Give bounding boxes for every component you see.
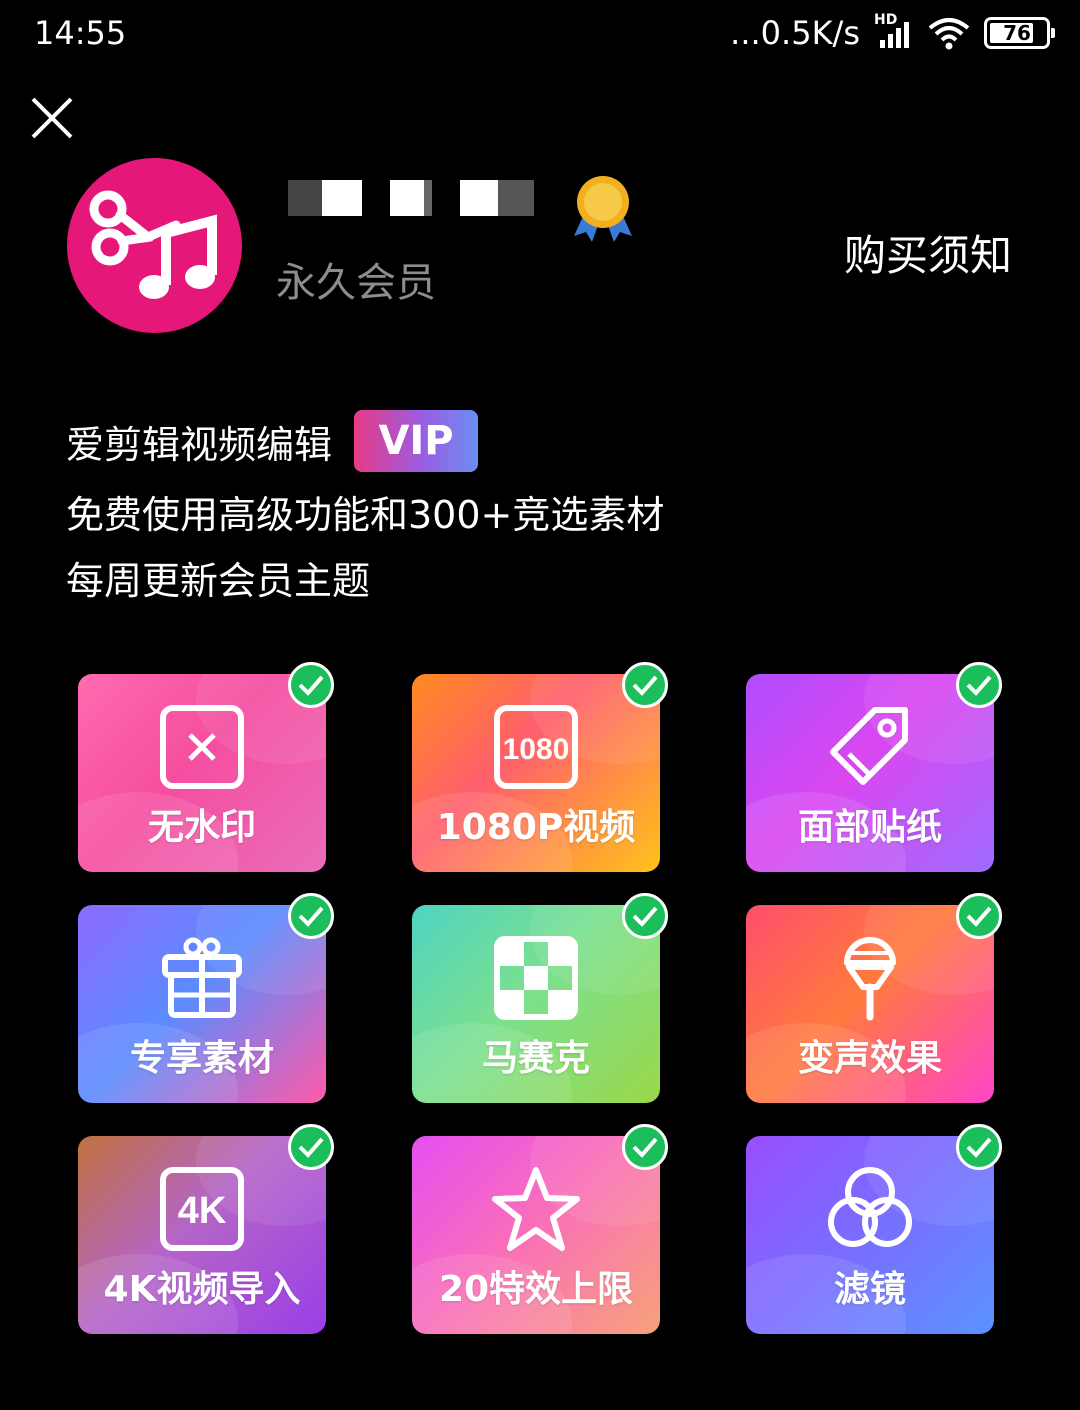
1080-icon: 1080 xyxy=(494,705,578,789)
check-icon xyxy=(956,662,1002,708)
no-watermark-icon xyxy=(160,705,244,789)
microphone-icon xyxy=(844,937,896,1021)
feature-tile-effects-limit[interactable]: 20特效上限 xyxy=(412,1124,668,1334)
check-icon xyxy=(622,662,668,708)
gift-icon xyxy=(162,937,242,1018)
feature-label: 20特效上限 xyxy=(438,1269,634,1310)
feature-tile-filter[interactable]: 滤镜 xyxy=(746,1124,1002,1334)
feature-label: 4K视频导入 xyxy=(103,1269,301,1310)
check-icon xyxy=(288,893,334,939)
scissors-music-icon xyxy=(89,190,217,299)
signal-icon: HD xyxy=(874,12,914,50)
status-bar: 14:55 ...0.5K/s HD 76 xyxy=(0,0,1080,70)
feature-label: 马赛克 xyxy=(481,1038,590,1079)
filter-icon xyxy=(828,1167,912,1247)
check-icon xyxy=(622,1124,668,1170)
medal-icon xyxy=(574,176,632,242)
feature-tile-voice-change[interactable]: 变声效果 xyxy=(746,893,1002,1103)
member-type: 永久会员 xyxy=(276,260,436,306)
username-redacted xyxy=(288,180,534,216)
feature-label: 专享素材 xyxy=(129,1038,274,1079)
check-icon xyxy=(956,893,1002,939)
feature-tile-face-sticker[interactable]: 面部贴纸 xyxy=(746,662,1002,872)
mosaic-icon xyxy=(494,936,578,1020)
vip-badge: VIP xyxy=(354,410,479,472)
1080-icon-text: 1080 xyxy=(503,733,570,766)
description-line3: 每周更新会员主题 xyxy=(66,559,371,603)
status-icons: ...0.5K/s HD 76 xyxy=(730,12,1055,52)
feature-tile-mosaic[interactable]: 马赛克 xyxy=(412,893,668,1103)
check-icon xyxy=(288,662,334,708)
battery-icon: 76 xyxy=(984,17,1055,49)
description-line2: 免费使用高级功能和300+竞选素材 xyxy=(66,493,665,537)
wifi-icon xyxy=(928,18,970,50)
check-icon xyxy=(622,893,668,939)
4k-icon: 4K xyxy=(160,1167,244,1251)
feature-tile-1080p[interactable]: 1080 1080P视频 xyxy=(412,662,668,872)
network-type-label: HD xyxy=(874,12,898,28)
status-time: 14:55 xyxy=(34,14,127,52)
description-line1: 爱剪辑视频编辑 VIP xyxy=(66,410,479,472)
feature-label: 变声效果 xyxy=(797,1038,942,1079)
star-icon xyxy=(492,1167,580,1251)
feature-label: 面部贴纸 xyxy=(797,807,942,848)
purchase-notice-link[interactable]: 购买须知 xyxy=(844,222,1012,283)
feature-tile-no-watermark[interactable]: 无水印 xyxy=(78,662,334,872)
tag-icon xyxy=(830,707,908,785)
feature-tile-exclusive-assets[interactable]: 专享素材 xyxy=(78,893,334,1103)
app-logo xyxy=(67,158,242,333)
app-name-text: 爱剪辑视频编辑 xyxy=(66,422,333,467)
feature-label: 滤镜 xyxy=(833,1269,906,1310)
check-icon xyxy=(288,1124,334,1170)
feature-label: 无水印 xyxy=(147,807,256,848)
feature-tile-4k-import[interactable]: 4K 4K视频导入 xyxy=(78,1124,334,1334)
4k-icon-text: 4K xyxy=(178,1190,227,1232)
feature-label: 1080P视频 xyxy=(436,807,636,848)
close-icon xyxy=(31,97,73,139)
battery-level: 76 xyxy=(1003,21,1031,45)
network-speed: ...0.5K/s xyxy=(730,14,860,52)
check-icon xyxy=(956,1124,1002,1170)
close-button[interactable] xyxy=(30,96,74,140)
